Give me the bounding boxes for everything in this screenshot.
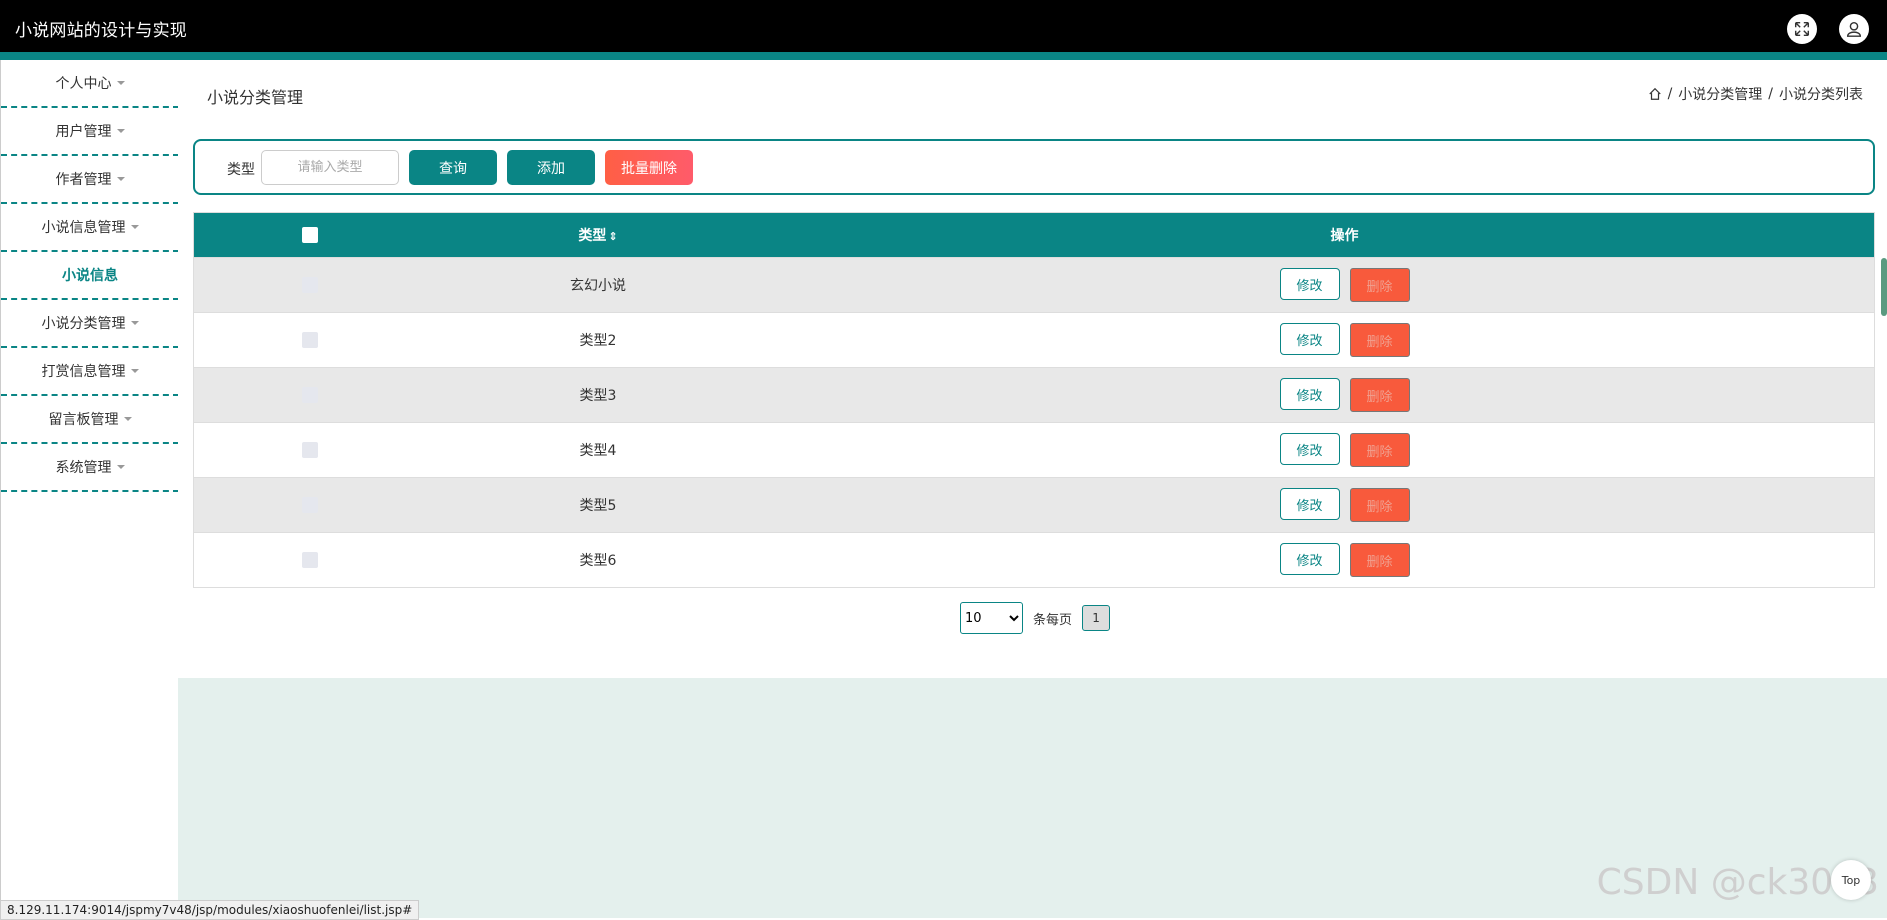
delete-button[interactable]: 删除: [1349, 323, 1410, 357]
table-row: 类型5 修改 删除: [194, 477, 1874, 532]
chevron-down-icon: [123, 417, 132, 421]
sidebar-item-personal-center[interactable]: 个人中心: [1, 60, 179, 108]
breadcrumb-item[interactable]: 小说分类管理: [1678, 84, 1762, 104]
chevron-down-icon: [130, 321, 139, 325]
delete-button[interactable]: 删除: [1349, 543, 1410, 577]
chevron-down-icon: [116, 81, 125, 85]
column-header-actions: 操作: [1330, 228, 1359, 244]
chevron-down-icon: [116, 465, 125, 469]
app-title: 小说网站的设计与实现: [15, 21, 187, 41]
back-to-top-button[interactable]: Top: [1831, 860, 1871, 900]
edit-button[interactable]: 修改: [1279, 543, 1340, 575]
type-search-input[interactable]: [261, 150, 399, 185]
delete-button[interactable]: 删除: [1349, 378, 1410, 412]
sidebar-item-novel-info[interactable]: 小说信息: [1, 252, 179, 300]
table-row: 类型6 修改 删除: [194, 532, 1874, 587]
search-panel: 类型 查询 添加 批量删除: [193, 139, 1875, 195]
delete-button[interactable]: 删除: [1349, 488, 1410, 522]
breadcrumb-item: 小说分类列表: [1779, 87, 1863, 103]
search-label: 类型: [227, 162, 255, 178]
sidebar-item-novel-info-management[interactable]: 小说信息管理: [1, 204, 179, 252]
delete-button[interactable]: 删除: [1349, 268, 1410, 302]
chevron-down-icon: [130, 369, 139, 373]
table-row: 类型3 修改 删除: [194, 367, 1874, 422]
home-icon[interactable]: [1648, 87, 1662, 101]
edit-button[interactable]: 修改: [1279, 378, 1340, 410]
edit-button[interactable]: 修改: [1279, 323, 1340, 355]
header-accent-strip: [0, 52, 1887, 60]
chevron-down-icon: [116, 129, 125, 133]
breadcrumb: / 小说分类管理 / 小说分类列表: [1648, 84, 1863, 104]
sidebar-item-user-management[interactable]: 用户管理: [1, 108, 179, 156]
user-icon[interactable]: [1839, 14, 1869, 44]
delete-button[interactable]: 删除: [1349, 433, 1410, 467]
top-bar: 小说网站的设计与实现: [0, 0, 1887, 52]
category-table: 类型 ⇕ 操作 玄幻小说 修改 删除 类型2 修改 删除 类型3 修改 删除 类型4 修改 删除 类型5 修…: [193, 212, 1875, 588]
sidebar-item-system-management[interactable]: 系统管理: [1, 444, 179, 492]
type-cell: 玄幻小说: [570, 278, 626, 294]
chevron-down-icon: [130, 225, 139, 229]
status-url: 8.129.11.174:9014/jspmy7v48/jsp/modules/…: [0, 900, 420, 920]
sidebar-item-message-board[interactable]: 留言板管理: [1, 396, 179, 444]
page-title: 小说分类管理: [207, 88, 304, 107]
table-header: 类型 ⇕ 操作: [194, 213, 1874, 257]
row-checkbox[interactable]: [301, 387, 318, 403]
edit-button[interactable]: 修改: [1279, 488, 1340, 520]
chevron-down-icon: [116, 177, 125, 181]
per-page-label: 条每页: [1033, 612, 1073, 628]
row-checkbox[interactable]: [301, 552, 318, 568]
table-row: 类型4 修改 删除: [194, 422, 1874, 477]
type-cell: 类型6: [579, 553, 617, 569]
table-row: 玄幻小说 修改 删除: [194, 257, 1874, 312]
edit-button[interactable]: 修改: [1279, 268, 1340, 300]
sidebar: 个人中心 用户管理 作者管理 小说信息管理 小说信息 小说分类管理 打赏信息管理…: [0, 60, 179, 918]
row-checkbox[interactable]: [301, 332, 318, 348]
batch-delete-button[interactable]: 批量删除: [605, 150, 693, 185]
select-all-checkbox[interactable]: [301, 227, 318, 243]
expand-icon[interactable]: [1787, 14, 1817, 44]
sidebar-item-author-management[interactable]: 作者管理: [1, 156, 179, 204]
page-size-select[interactable]: 10: [960, 602, 1023, 634]
scrollbar-thumb[interactable]: [1881, 258, 1887, 316]
column-header-type[interactable]: 类型 ⇕: [425, 225, 771, 245]
page-number-button[interactable]: 1: [1082, 605, 1111, 631]
pagination: 10 条每页 1: [960, 602, 1111, 634]
query-button[interactable]: 查询: [409, 150, 497, 185]
row-checkbox[interactable]: [301, 497, 318, 513]
row-checkbox[interactable]: [301, 442, 318, 458]
sidebar-item-novel-category-management[interactable]: 小说分类管理: [1, 300, 179, 348]
type-cell: 类型2: [579, 333, 617, 349]
add-button[interactable]: 添加: [507, 150, 595, 185]
row-checkbox[interactable]: [301, 277, 318, 293]
sidebar-item-reward-management[interactable]: 打赏信息管理: [1, 348, 179, 396]
sort-icon[interactable]: ⇕: [608, 230, 617, 243]
type-cell: 类型5: [579, 498, 617, 514]
table-body: 玄幻小说 修改 删除 类型2 修改 删除 类型3 修改 删除 类型4 修改 删除 类型5 修改 删除 类型6 修…: [194, 257, 1874, 587]
type-cell: 类型3: [579, 388, 617, 404]
edit-button[interactable]: 修改: [1279, 433, 1340, 465]
type-cell: 类型4: [579, 443, 617, 459]
table-row: 类型2 修改 删除: [194, 312, 1874, 367]
